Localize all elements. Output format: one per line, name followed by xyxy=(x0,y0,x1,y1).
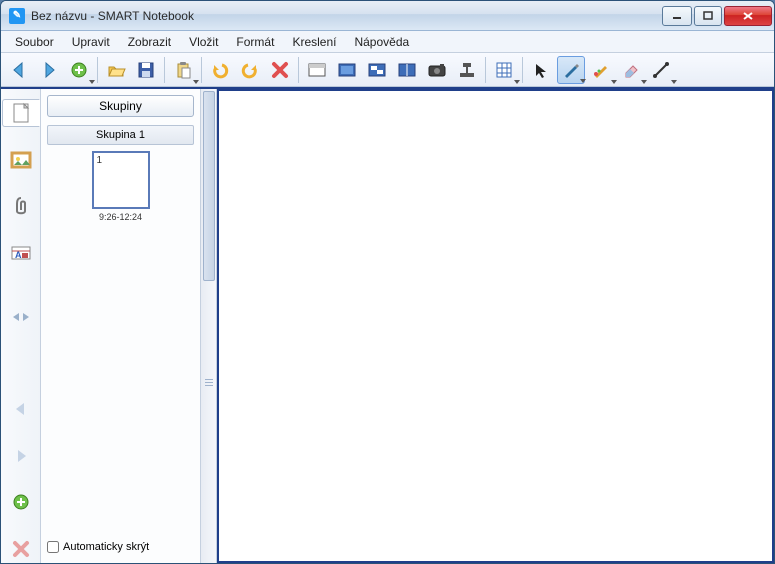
pen-tool[interactable] xyxy=(557,56,585,84)
dual-page-button[interactable] xyxy=(393,56,421,84)
open-button[interactable] xyxy=(102,56,130,84)
menu-drawing[interactable]: Kreslení xyxy=(284,33,344,51)
canvas-wrap xyxy=(201,89,774,563)
fullscreen-button[interactable] xyxy=(333,56,361,84)
page-thumbnail-wrap: 1 9:26-12:24 xyxy=(47,151,194,222)
tab-properties[interactable]: A xyxy=(2,238,40,266)
scrollbar-thumb[interactable] xyxy=(203,91,215,281)
svg-text:A: A xyxy=(15,250,22,260)
eraser-tool[interactable] xyxy=(617,56,645,84)
titlebar: ✎ Bez názvu - SMART Notebook xyxy=(1,1,774,31)
page-number: 1 xyxy=(97,155,103,166)
tab-attachments[interactable] xyxy=(2,192,40,220)
chevron-down-icon xyxy=(671,80,677,84)
tab-gallery[interactable] xyxy=(2,145,40,173)
document-camera-button[interactable] xyxy=(453,56,481,84)
collapse-toggle[interactable] xyxy=(2,303,40,331)
save-button[interactable] xyxy=(132,56,160,84)
menu-help[interactable]: Nápověda xyxy=(346,33,417,51)
separator xyxy=(485,57,486,83)
app-icon: ✎ xyxy=(9,8,25,24)
add-page-side[interactable] xyxy=(2,488,40,516)
content-area: A Skupiny Skupina 1 1 9:26-12:24 Automat… xyxy=(1,87,774,563)
menu-insert[interactable]: Vložit xyxy=(181,33,226,51)
menubar: Soubor Upravit Zobrazit Vložit Formát Kr… xyxy=(1,31,774,53)
redo-button[interactable] xyxy=(236,56,264,84)
separator xyxy=(97,57,98,83)
separator xyxy=(164,57,165,83)
transparent-bg-button[interactable] xyxy=(363,56,391,84)
separator xyxy=(298,57,299,83)
table-button[interactable] xyxy=(490,56,518,84)
page-canvas[interactable] xyxy=(217,89,774,563)
chevron-down-icon xyxy=(193,80,199,84)
page-thumbnail[interactable]: 1 xyxy=(92,151,150,209)
menu-format[interactable]: Formát xyxy=(228,33,282,51)
separator xyxy=(201,57,202,83)
delete-page-side[interactable] xyxy=(2,534,40,562)
window-controls xyxy=(662,6,772,26)
page-time-label: 9:26-12:24 xyxy=(99,212,142,222)
autohide-row: Automaticky skrýt xyxy=(47,537,194,557)
screen-shade-button[interactable] xyxy=(303,56,331,84)
app-window: ✎ Bez názvu - SMART Notebook Soubor Upra… xyxy=(0,0,775,564)
maximize-button[interactable] xyxy=(694,6,722,26)
delete-button[interactable] xyxy=(266,56,294,84)
forward-button[interactable] xyxy=(35,56,63,84)
vertical-scrollbar[interactable] xyxy=(201,89,217,563)
add-page-button[interactable] xyxy=(65,56,93,84)
chevron-down-icon xyxy=(89,80,95,84)
window-title: Bez názvu - SMART Notebook xyxy=(31,9,662,23)
paste-button[interactable] xyxy=(169,56,197,84)
separator xyxy=(522,57,523,83)
next-page-faded[interactable] xyxy=(2,442,40,470)
scrollbar-grip-icon xyxy=(205,379,213,399)
left-tabs: A xyxy=(1,89,41,563)
back-button[interactable] xyxy=(5,56,33,84)
menu-edit[interactable]: Upravit xyxy=(64,33,118,51)
toolbar xyxy=(1,53,774,87)
close-button[interactable] xyxy=(724,6,772,26)
chevron-down-icon xyxy=(580,79,586,83)
chevron-down-icon xyxy=(514,80,520,84)
autohide-label: Automaticky skrýt xyxy=(63,541,149,553)
undo-button[interactable] xyxy=(206,56,234,84)
creative-pen-tool[interactable] xyxy=(587,56,615,84)
group-header: Skupina 1 xyxy=(47,125,194,145)
groups-button[interactable]: Skupiny xyxy=(47,95,194,117)
minimize-button[interactable] xyxy=(662,6,692,26)
line-tool[interactable] xyxy=(647,56,675,84)
side-panel: Skupiny Skupina 1 1 9:26-12:24 Automatic… xyxy=(41,89,201,563)
menu-view[interactable]: Zobrazit xyxy=(120,33,179,51)
tab-page-sorter[interactable] xyxy=(2,99,40,127)
select-tool[interactable] xyxy=(527,56,555,84)
autohide-checkbox[interactable] xyxy=(47,541,59,553)
screen-capture-button[interactable] xyxy=(423,56,451,84)
menu-file[interactable]: Soubor xyxy=(7,33,62,51)
prev-page-faded[interactable] xyxy=(2,395,40,423)
